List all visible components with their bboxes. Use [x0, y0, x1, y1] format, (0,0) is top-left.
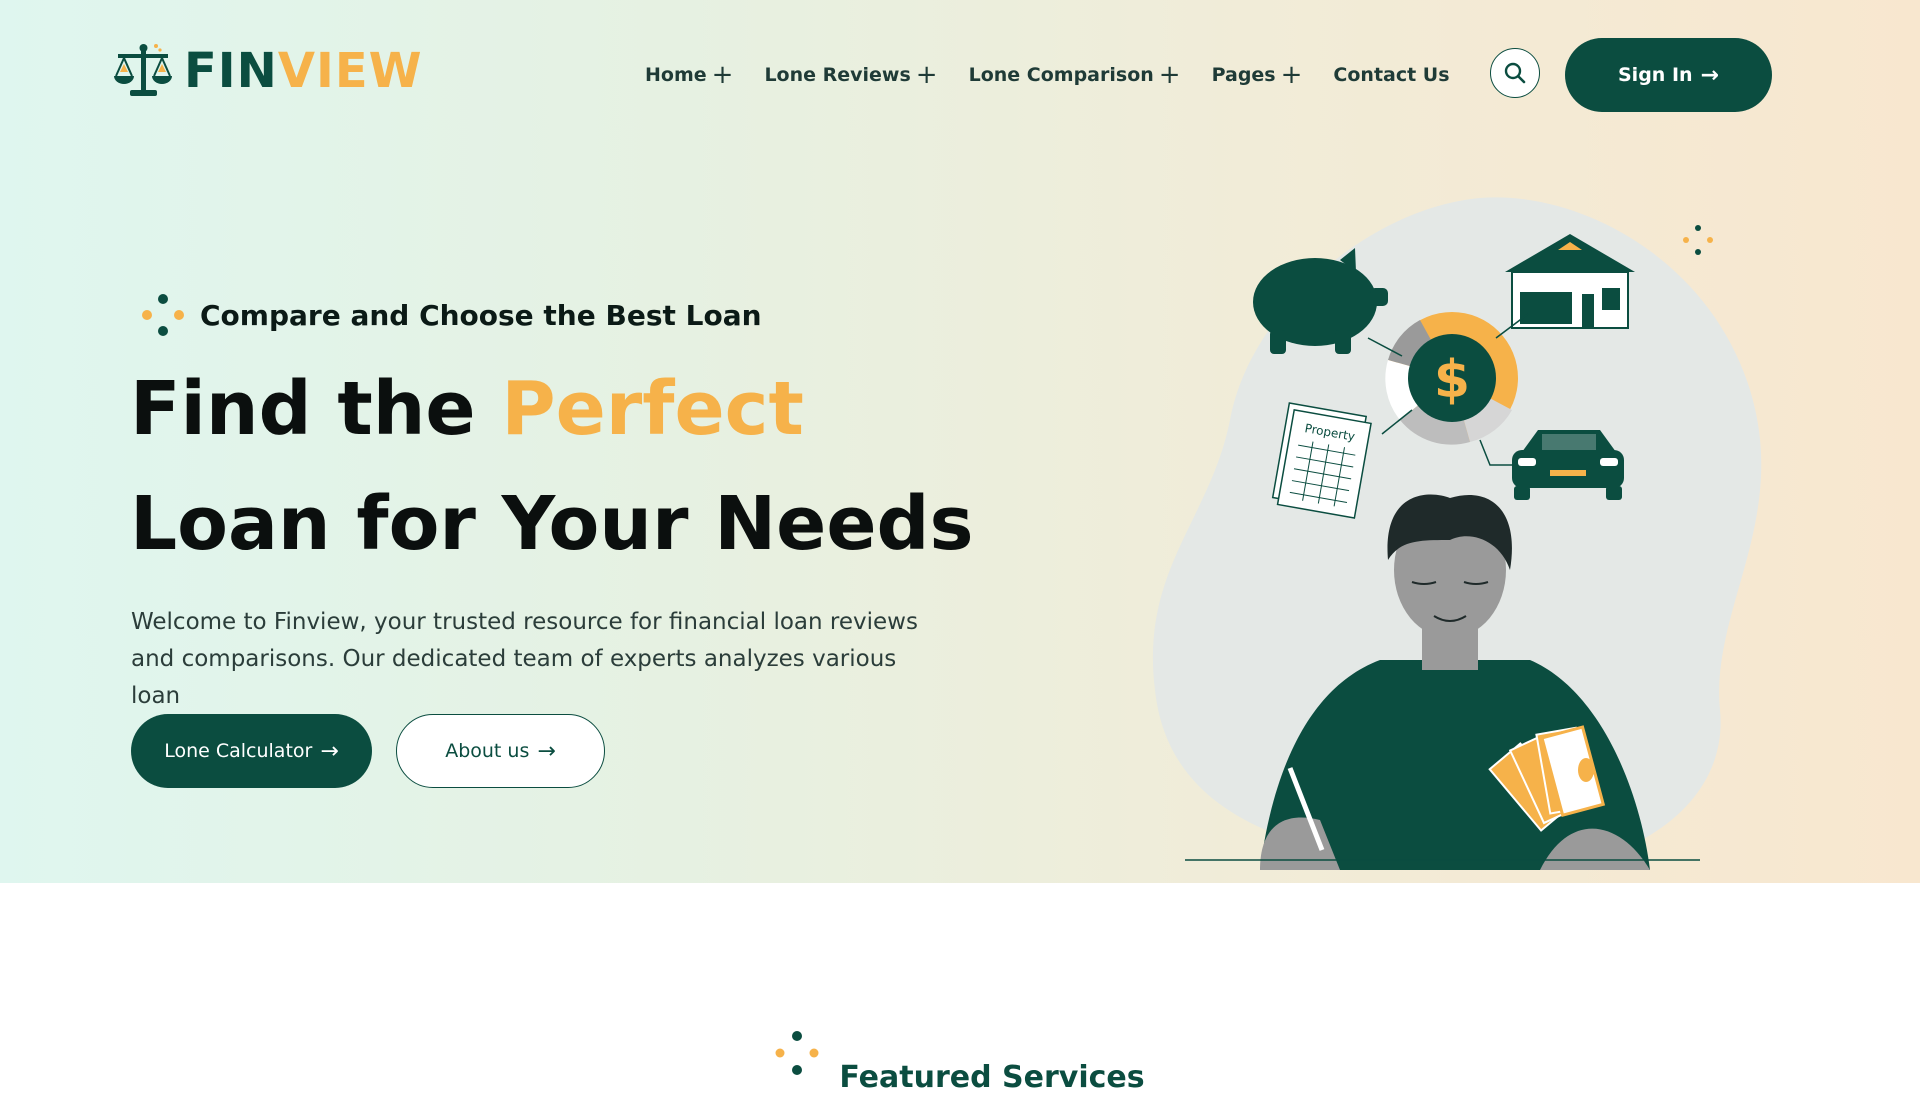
tagline-text: Compare and Choose the Best Loan: [200, 298, 762, 332]
loan-calculator-label: Lone Calculator: [164, 740, 313, 762]
hero-tagline: Compare and Choose the Best Loan: [140, 292, 762, 338]
arrow-right-icon: →: [1700, 62, 1719, 88]
plus-icon: +: [915, 60, 938, 90]
nav-item-label: Lone Reviews: [764, 64, 911, 86]
sign-in-label: Sign In: [1618, 64, 1693, 86]
headline-part2: Loan for Your Needs: [130, 481, 974, 567]
nav-item-label: Pages: [1211, 64, 1276, 86]
nav-item-pages[interactable]: Pages +: [1212, 62, 1303, 88]
nav-item-lone-comparison[interactable]: Lone Comparison +: [969, 62, 1181, 88]
plus-icon: +: [711, 60, 734, 90]
scales-icon: [114, 44, 172, 96]
sign-in-button[interactable]: Sign In →: [1565, 38, 1772, 112]
loan-calculator-button[interactable]: Lone Calculator →: [131, 714, 372, 788]
nav-item-home[interactable]: Home +: [645, 62, 733, 88]
svg-text:$: $: [1434, 350, 1470, 410]
plus-icon: +: [1158, 60, 1181, 90]
nav-item-label: Home: [645, 64, 707, 86]
nav-item-label: Lone Comparison: [968, 64, 1154, 86]
arrow-right-icon: →: [320, 738, 339, 764]
brand-name: FINVIEW: [184, 47, 423, 95]
about-us-button[interactable]: About us →: [396, 714, 605, 788]
brand-name-part2: VIEW: [277, 43, 423, 99]
dots-icon: [775, 1030, 819, 1075]
hero-headline: Find the Perfect Loan for Your Needs: [130, 352, 1010, 582]
hero-section: FINVIEW Home + Lone Reviews + Lone Compa…: [0, 0, 1920, 883]
nav-item-contact-us[interactable]: Contact Us: [1333, 62, 1449, 88]
hero-description: Welcome to Finview, your trusted resourc…: [131, 609, 918, 709]
brand-name-part1: FIN: [184, 43, 278, 99]
featured-services-heading: Featured Services: [0, 1010, 1920, 1095]
nav-item-lone-reviews[interactable]: Lone Reviews +: [764, 62, 937, 88]
main-nav: Home + Lone Reviews + Lone Comparison + …: [645, 62, 1481, 88]
brand-logo[interactable]: FINVIEW: [112, 42, 423, 100]
search-button[interactable]: [1490, 48, 1540, 98]
featured-services-title: Featured Services: [839, 1060, 1145, 1095]
dollar-coin-icon: $: [1385, 312, 1518, 445]
plus-icon: +: [1280, 60, 1303, 90]
dots-icon: [1683, 225, 1713, 255]
about-us-label: About us: [445, 740, 530, 762]
headline-part1: Find the: [130, 366, 502, 452]
hero-illustration: $ Property: [1152, 197, 1762, 870]
arrow-right-icon: →: [537, 738, 556, 764]
property-document-icon: Property: [1271, 402, 1372, 519]
search-icon: [1504, 62, 1526, 84]
nav-item-label: Contact Us: [1333, 64, 1450, 86]
dots-icon: [142, 294, 184, 336]
headline-accent: Perfect: [501, 366, 804, 452]
